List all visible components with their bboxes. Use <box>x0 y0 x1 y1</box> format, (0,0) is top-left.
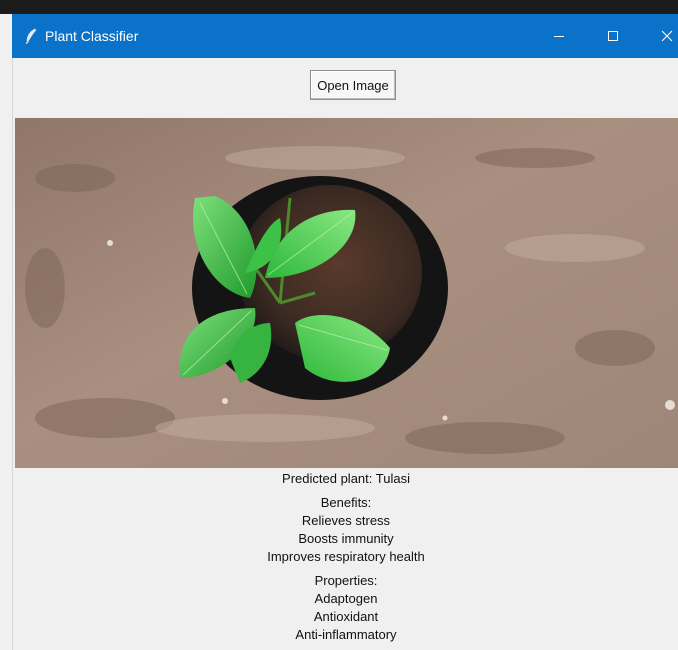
maximize-button[interactable] <box>588 14 638 58</box>
window-client-area: Open Image Predicted plant: Tulasi Benef… <box>12 58 678 650</box>
minimize-icon <box>554 36 564 37</box>
benefit-item: Relieves stress <box>301 513 391 528</box>
screen-top-strip <box>0 0 678 14</box>
close-button[interactable] <box>642 14 678 58</box>
benefit-item: Boosts immunity <box>298 531 394 546</box>
property-item: Adaptogen <box>314 591 378 606</box>
maximize-icon <box>608 31 618 41</box>
property-item: Antioxidant <box>313 609 379 624</box>
benefits-heading: Benefits: <box>320 495 372 510</box>
predicted-plant-label: Predicted plant: Tulasi <box>282 471 410 486</box>
properties-heading: Properties: <box>314 573 378 588</box>
open-image-button[interactable]: Open Image <box>310 70 396 100</box>
plant-photo <box>15 118 678 468</box>
window-titlebar[interactable]: Plant Classifier <box>12 14 678 58</box>
benefit-item: Improves respiratory health <box>267 549 425 564</box>
window-title: Plant Classifier <box>45 28 139 44</box>
close-icon <box>661 30 673 42</box>
minimize-button[interactable] <box>534 14 584 58</box>
property-item: Anti-inflammatory <box>295 627 397 642</box>
prediction-panel: Predicted plant: Tulasi Benefits: Reliev… <box>13 470 678 644</box>
feather-icon <box>24 28 38 44</box>
